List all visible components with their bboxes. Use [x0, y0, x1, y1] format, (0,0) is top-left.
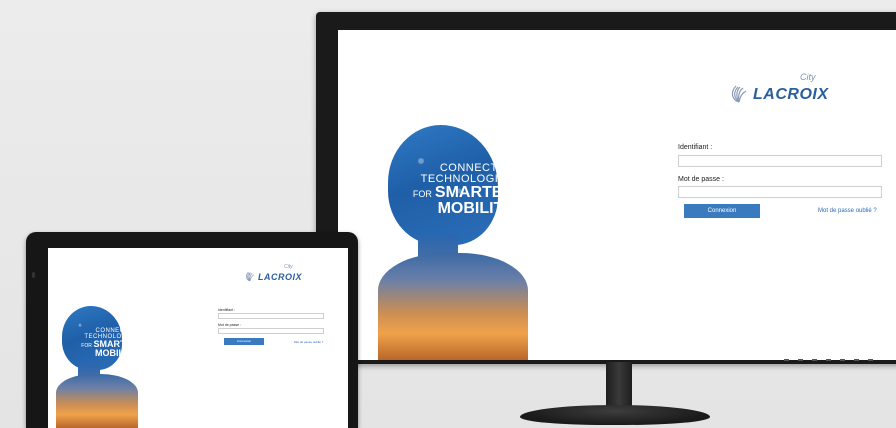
monitor-button	[812, 359, 817, 361]
silhouette-city-body	[56, 374, 138, 428]
hero-line-for: FOR	[81, 343, 92, 349]
tablet-screen: CONNECTED TECHNOLOGIES FOR SMARTER MOBIL…	[48, 248, 348, 428]
monitor-control-buttons	[784, 356, 896, 364]
lacroix-city-logo: LACROIX City	[244, 264, 302, 282]
hero-line-smarter: SMARTER	[434, 184, 514, 201]
logo-city-label: City	[800, 72, 816, 82]
hero-line-mobility: MOBILITY	[437, 200, 514, 217]
monitor-button	[798, 359, 803, 361]
monitor-button	[840, 359, 845, 361]
lacroix-swirl-icon	[244, 270, 256, 282]
monitor-button	[826, 359, 831, 361]
monitor-button	[784, 359, 789, 361]
hero-line-mobility: MOBILITY	[95, 348, 138, 358]
username-input[interactable]	[218, 313, 324, 319]
password-input[interactable]	[678, 186, 882, 198]
monitor-button	[868, 359, 873, 361]
logo-city-label: City	[284, 264, 293, 270]
username-input[interactable]	[678, 155, 882, 167]
forgot-password-link[interactable]: Mot de passe oublié ?	[818, 208, 877, 214]
username-label: Identifiant :	[218, 308, 236, 312]
desktop-monitor: CONNECTED TECHNOLOGIES FOR SMARTER MOBIL…	[316, 12, 896, 364]
username-label: Identifiant :	[678, 144, 713, 151]
monitor-screen: CONNECTED TECHNOLOGIES FOR SMARTER MOBIL…	[338, 30, 896, 360]
logo-wordmark: LACROIX	[753, 86, 829, 103]
connect-button[interactable]: Connexion	[684, 204, 760, 218]
lacroix-swirl-icon	[728, 82, 750, 104]
login-page-desktop: CONNECTED TECHNOLOGIES FOR SMARTER MOBIL…	[338, 30, 896, 360]
silhouette-city-body	[378, 253, 528, 360]
password-label: Mot de passe :	[678, 176, 724, 183]
hero-tagline: CONNECTED TECHNOLOGIES FOR SMARTER MOBIL…	[396, 163, 514, 217]
hero-silhouette-image: CONNECTED TECHNOLOGIES FOR SMARTER MOBIL…	[56, 306, 138, 428]
password-input[interactable]	[218, 328, 324, 334]
monitor-stand-base	[520, 405, 710, 425]
hero-line-for: FOR	[412, 189, 432, 199]
password-label: Mot de passe :	[218, 323, 241, 327]
login-page-tablet: CONNECTED TECHNOLOGIES FOR SMARTER MOBIL…	[48, 248, 348, 428]
tablet-device: CONNECTED TECHNOLOGIES FOR SMARTER MOBIL…	[26, 232, 358, 428]
lacroix-city-logo: LACROIX City	[728, 72, 829, 104]
tablet-camera-icon	[32, 272, 35, 278]
hero-tagline: CONNECTED TECHNOLOGIES FOR SMARTER MOBIL…	[64, 328, 138, 358]
hero-silhouette-image: CONNECTED TECHNOLOGIES FOR SMARTER MOBIL…	[378, 125, 528, 360]
logo-wordmark: LACROIX	[258, 272, 302, 282]
forgot-password-link[interactable]: Mot de passe oublié ?	[294, 340, 323, 344]
monitor-button	[854, 359, 859, 361]
connect-button[interactable]: Connexion	[224, 338, 264, 345]
